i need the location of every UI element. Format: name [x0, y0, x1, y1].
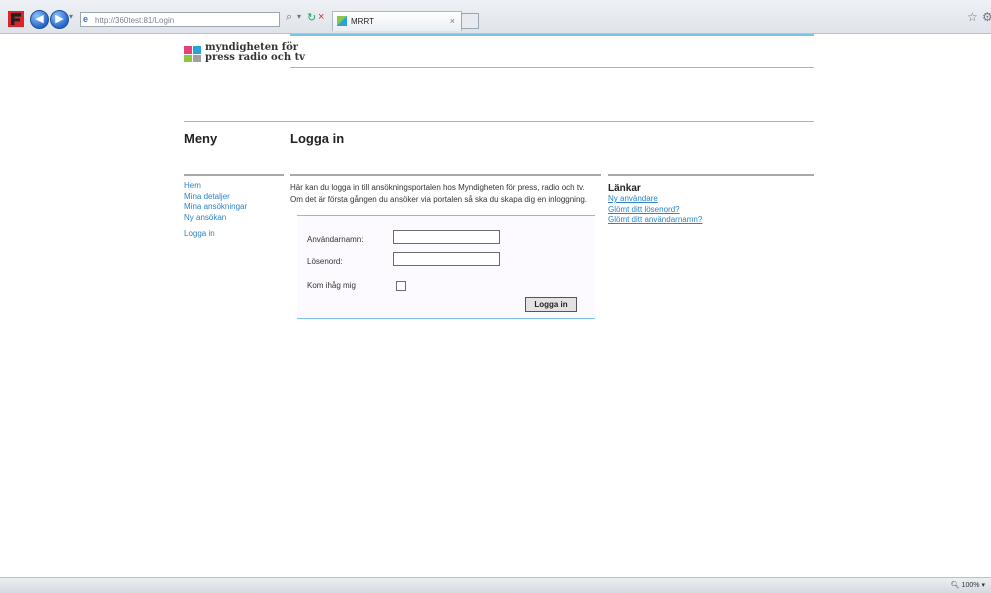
- site-logo-text[interactable]: myndigheten för press radio och tv: [205, 43, 305, 63]
- username-field[interactable]: [393, 230, 500, 244]
- header-bottom-rule: [290, 67, 814, 68]
- page-title: Logga in: [290, 131, 345, 146]
- password-label: Lösenord:: [307, 257, 343, 266]
- app-logo-icon: [8, 11, 24, 27]
- header-top-rule: [290, 34, 814, 36]
- favorites-star-icon[interactable]: ☆: [967, 10, 978, 24]
- history-dropdown-icon[interactable]: ▾: [69, 12, 73, 21]
- remember-me-label: Kom ihåg mig: [307, 281, 356, 290]
- logo-line2: press radio och tv: [205, 52, 305, 63]
- ie-page-icon: e: [83, 14, 89, 24]
- browser-toolbar: ◀ ▶ ▾ http://360test:81/Login e ⌕ ▾ ↻ × …: [0, 0, 991, 34]
- links-heading: Länkar: [608, 183, 641, 194]
- new-tab-button[interactable]: [461, 13, 479, 29]
- form-top-rule: [297, 215, 595, 216]
- zoom-level: 100%: [961, 582, 980, 589]
- tab-mrrt[interactable]: MRRT ×: [332, 11, 462, 31]
- main-divider: [290, 174, 601, 176]
- menu-item-mina-ansokningar[interactable]: Mina ansökningar: [184, 202, 247, 213]
- zoom-icon: 🔍︎: [950, 582, 960, 589]
- link-new-user[interactable]: Ny användare: [608, 194, 702, 205]
- intro-line2: Om det är första gången du ansöker via p…: [290, 194, 588, 204]
- menu-item-hem[interactable]: Hem: [184, 181, 247, 192]
- browser-status-bar: 🔍︎ 100% ▾: [0, 577, 991, 593]
- address-bar[interactable]: http://360test:81/Login: [80, 12, 280, 27]
- zoom-control[interactable]: 🔍︎ 100% ▾: [951, 581, 985, 589]
- links-divider: [608, 174, 814, 176]
- intro-line1: Här kan du logga in till ansökningsporta…: [290, 183, 585, 192]
- password-field[interactable]: [393, 252, 500, 266]
- search-dropdown-icon[interactable]: ▾: [297, 12, 301, 21]
- site-logo-icon[interactable]: [184, 46, 201, 62]
- remember-me-checkbox[interactable]: [396, 281, 406, 291]
- form-bottom-rule: [297, 318, 595, 319]
- menu-item-logga-in[interactable]: Logga in: [184, 229, 247, 240]
- intro-text: Här kan du logga in till ansökningsporta…: [290, 182, 610, 205]
- menu-item-mina-detaljer[interactable]: Mina detaljer: [184, 192, 247, 203]
- content-top-rule: [184, 121, 814, 122]
- side-menu: Hem Mina detaljer Mina ansökningar Ny an…: [184, 181, 247, 240]
- tools-gear-icon[interactable]: ⚙: [982, 10, 991, 24]
- menu-item-ny-ansokan[interactable]: Ny ansökan: [184, 213, 247, 224]
- menu-heading: Meny: [184, 131, 218, 146]
- links-list: Ny användare Glömt ditt lösenord? Glömt …: [608, 194, 702, 226]
- link-forgot-password[interactable]: Glömt ditt lösenord?: [608, 205, 702, 216]
- back-icon[interactable]: ◀: [30, 10, 49, 29]
- login-button[interactable]: Logga in: [525, 297, 577, 312]
- search-icon[interactable]: ⌕: [286, 11, 292, 24]
- zoom-dropdown-icon[interactable]: ▾: [981, 582, 985, 589]
- link-forgot-username[interactable]: Glömt ditt användarnamn?: [608, 215, 702, 226]
- refresh-icon[interactable]: ↻: [307, 11, 316, 24]
- tab-favicon-icon: [337, 16, 347, 26]
- stop-icon[interactable]: ×: [318, 11, 324, 23]
- menu-divider: [184, 174, 284, 176]
- forward-icon[interactable]: ▶: [50, 10, 69, 29]
- username-label: Användarnamn:: [307, 235, 364, 244]
- close-tab-icon[interactable]: ×: [450, 12, 455, 31]
- tab-title: MRRT: [351, 17, 374, 26]
